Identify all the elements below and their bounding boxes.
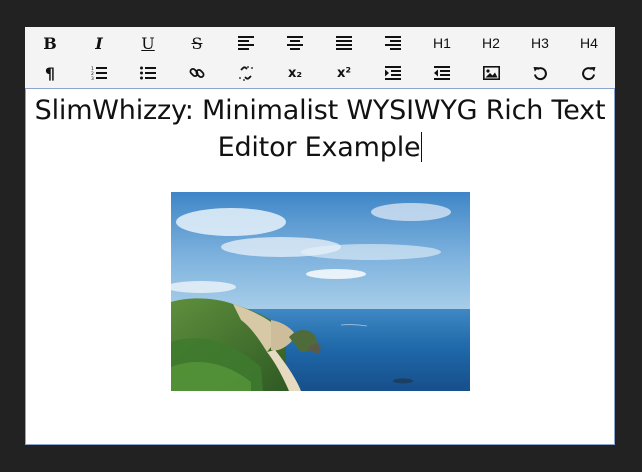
- rich-text-editor: B I U S H1 H2 H3 H4 ¶ 123 x₂ x² SlimWhiz…: [25, 27, 615, 445]
- superscript-button[interactable]: x²: [320, 58, 368, 88]
- coastal-landscape-photo: [171, 192, 470, 391]
- toolbar-row-1: B I U S H1 H2 H3 H4: [25, 28, 615, 58]
- strikethrough-icon: S: [191, 33, 203, 53]
- text-caret: [421, 132, 423, 162]
- heading-2-label: H2: [482, 35, 500, 51]
- align-center-icon: [287, 36, 303, 50]
- subscript-icon: x₂: [287, 65, 303, 81]
- editor-content-area[interactable]: SlimWhizzy: Minimalist WYSIWYG Rich Text…: [25, 88, 615, 445]
- insert-image-button[interactable]: [467, 58, 515, 88]
- document-title-text: SlimWhizzy: Minimalist WYSIWYG Rich Text…: [34, 95, 606, 163]
- heading-2-button[interactable]: H2: [467, 28, 515, 58]
- align-justify-icon: [336, 36, 352, 50]
- unordered-list-button[interactable]: [124, 58, 172, 88]
- heading-4-button[interactable]: H4: [565, 28, 613, 58]
- indent-icon: [385, 66, 401, 80]
- align-left-button[interactable]: [222, 28, 270, 58]
- bold-button[interactable]: B: [26, 28, 74, 58]
- paragraph-button[interactable]: ¶: [26, 58, 74, 88]
- bullet-list-icon: [140, 66, 156, 80]
- superscript-icon: x²: [336, 65, 352, 81]
- undo-icon: [533, 67, 547, 81]
- heading-3-button[interactable]: H3: [516, 28, 564, 58]
- heading-1-label: H1: [433, 35, 451, 51]
- undo-button[interactable]: [516, 58, 564, 88]
- unlink-icon: [239, 66, 253, 81]
- ordered-list-icon: 123: [91, 66, 107, 80]
- align-right-icon: [385, 36, 401, 50]
- embedded-image[interactable]: [171, 192, 470, 391]
- align-right-button[interactable]: [369, 28, 417, 58]
- link-button[interactable]: [173, 58, 221, 88]
- ordered-list-button[interactable]: 123: [75, 58, 123, 88]
- image-icon: [482, 66, 500, 80]
- svg-text:3: 3: [91, 76, 94, 80]
- pilcrow-icon: ¶: [44, 63, 56, 83]
- unlink-button[interactable]: [222, 58, 270, 88]
- toolbar-row-2: ¶ 123 x₂ x²: [25, 58, 615, 88]
- strikethrough-button[interactable]: S: [173, 28, 221, 58]
- redo-button[interactable]: [565, 58, 613, 88]
- indent-button[interactable]: [369, 58, 417, 88]
- link-icon: [189, 68, 205, 78]
- align-left-icon: [238, 36, 254, 50]
- heading-3-label: H3: [531, 35, 549, 51]
- italic-icon: I: [95, 33, 103, 53]
- document-title[interactable]: SlimWhizzy: Minimalist WYSIWYG Rich Text…: [32, 92, 608, 166]
- align-justify-button[interactable]: [320, 28, 368, 58]
- underline-button[interactable]: U: [124, 28, 172, 58]
- redo-icon: [582, 67, 596, 81]
- outdent-button[interactable]: [418, 58, 466, 88]
- heading-1-button[interactable]: H1: [418, 28, 466, 58]
- underline-icon: U: [141, 33, 155, 53]
- heading-4-label: H4: [580, 35, 598, 51]
- align-center-button[interactable]: [271, 28, 319, 58]
- outdent-icon: [434, 66, 450, 80]
- editor-toolbar: B I U S H1 H2 H3 H4 ¶ 123 x₂ x²: [25, 27, 615, 88]
- italic-button[interactable]: I: [75, 28, 123, 58]
- subscript-button[interactable]: x₂: [271, 58, 319, 88]
- bold-icon: B: [43, 33, 57, 53]
